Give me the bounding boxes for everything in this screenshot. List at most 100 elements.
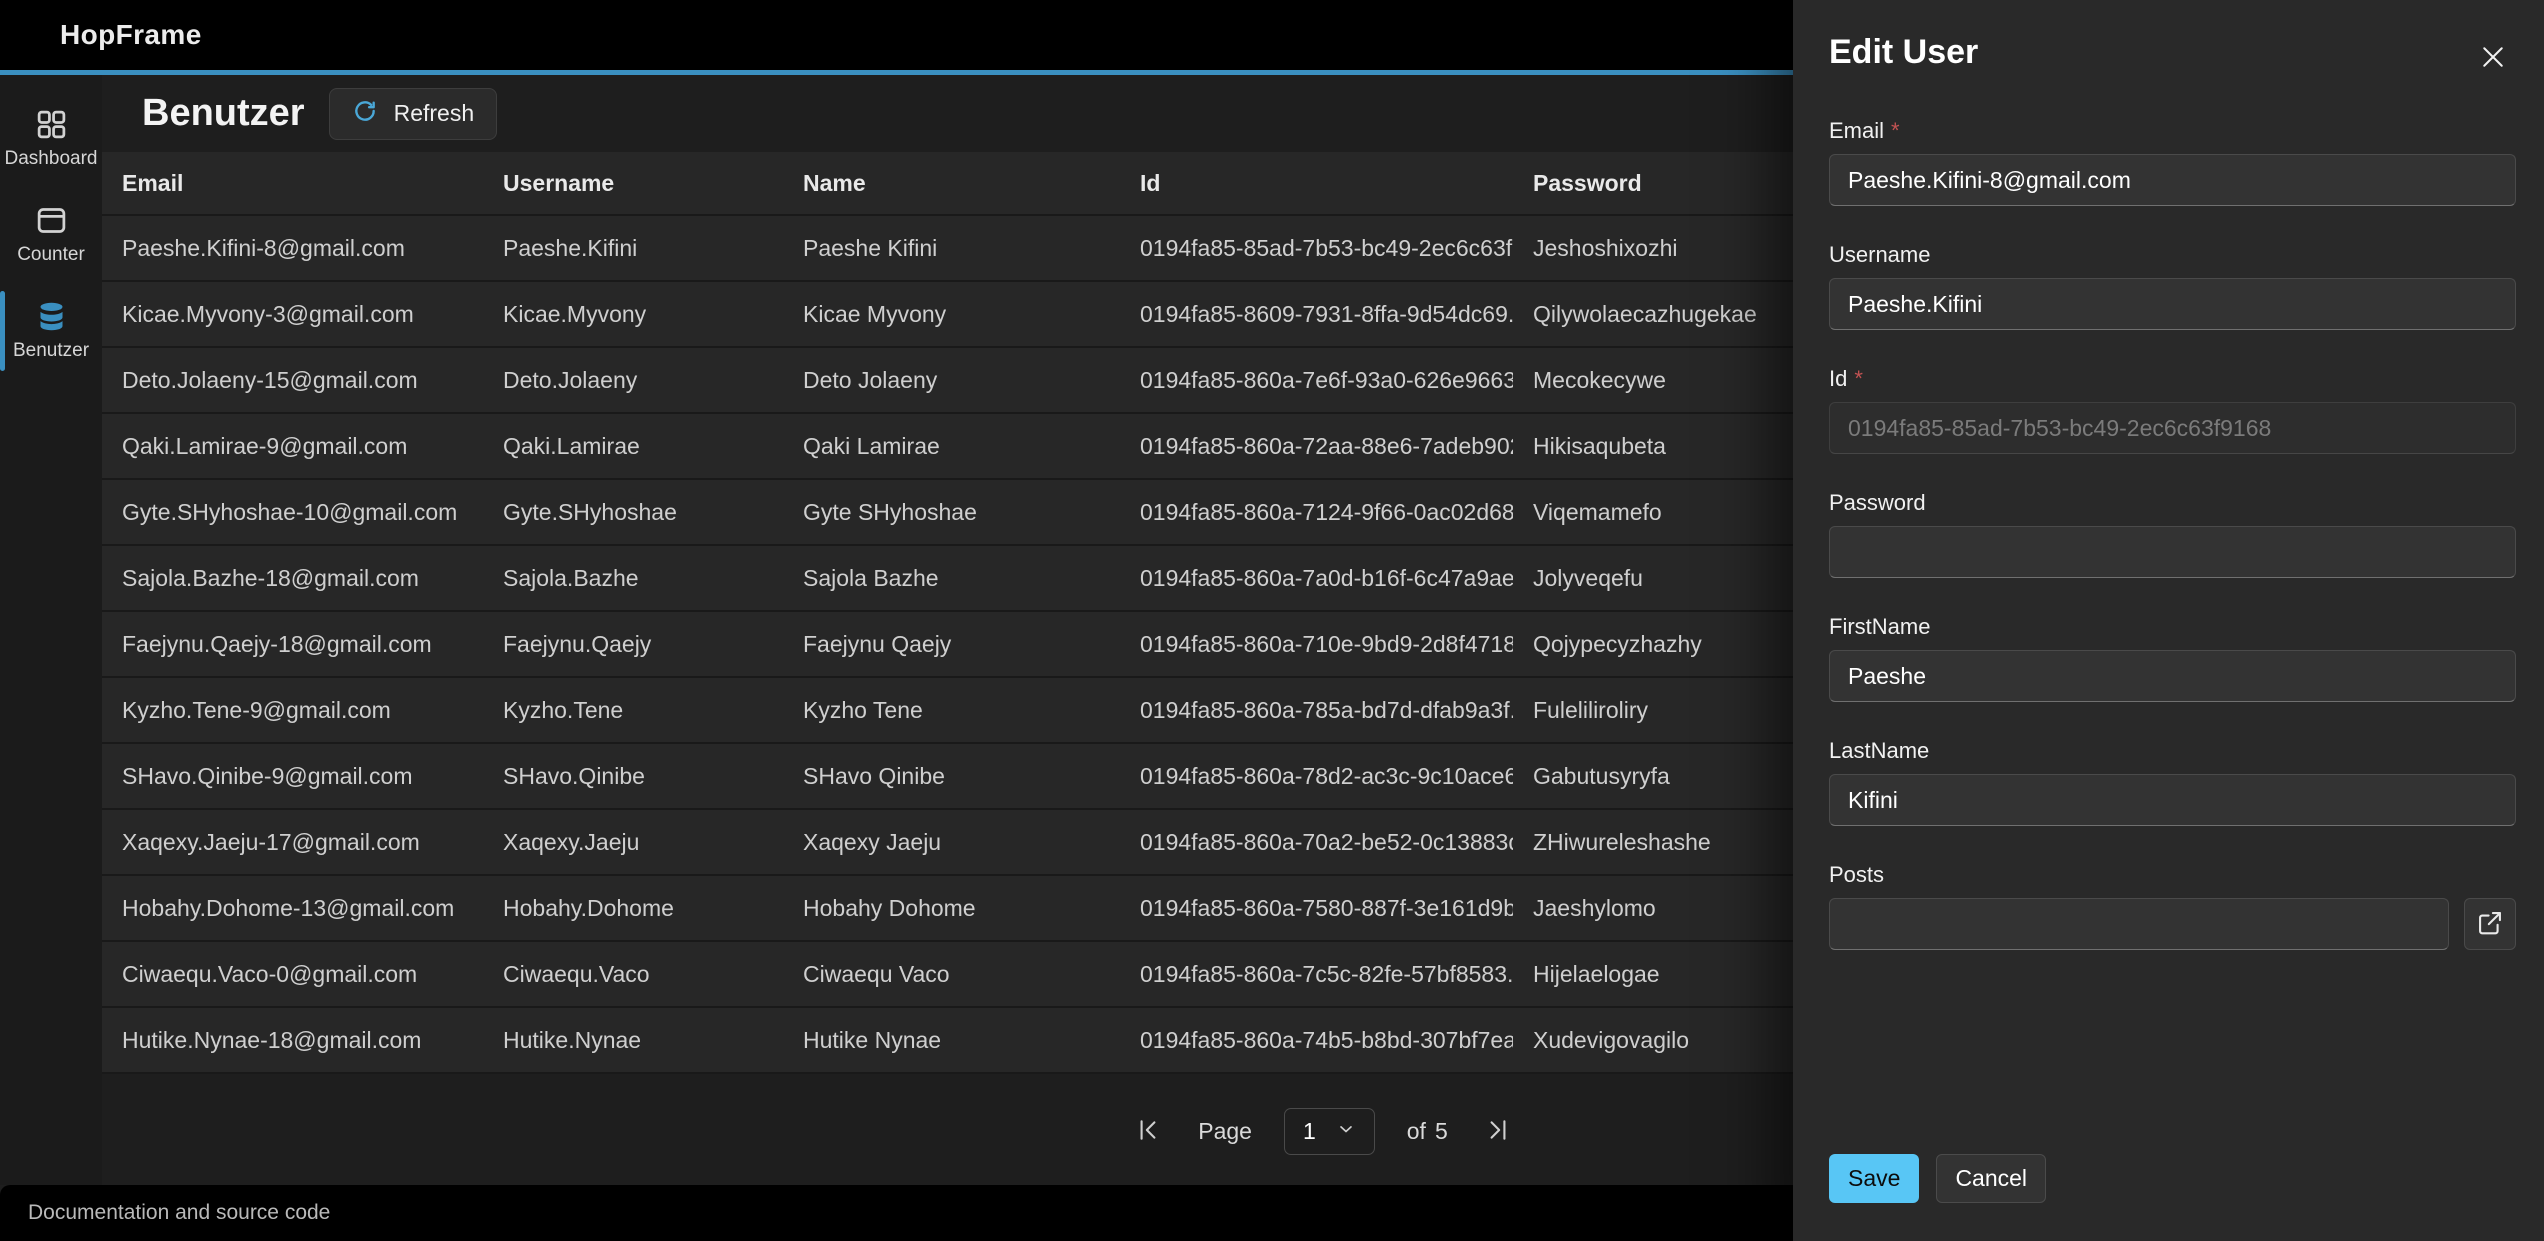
column-header-username: Username [483, 152, 783, 215]
email-input[interactable] [1829, 154, 2516, 206]
field-username: Username [1829, 242, 2516, 330]
cell-name: Ciwaequ Vaco [783, 941, 1120, 1007]
cell-username: Gyte.SHyhoshae [483, 479, 783, 545]
cell-name: Sajola Bazhe [783, 545, 1120, 611]
last-page-icon [1484, 1116, 1512, 1147]
cell-email: Faejynu.Qaejy-18@gmail.com [102, 611, 483, 677]
cell-id: 0194fa85-860a-7124-9f66-0ac02d68... [1120, 479, 1513, 545]
field-password: Password [1829, 490, 2516, 578]
posts-input[interactable] [1829, 898, 2449, 950]
cell-username: Xaqexy.Jaeju [483, 809, 783, 875]
field-lastname: LastName [1829, 738, 2516, 826]
current-page-value: 1 [1303, 1118, 1316, 1145]
refresh-icon [352, 98, 378, 130]
cell-username: Hobahy.Dohome [483, 875, 783, 941]
firstname-input[interactable] [1829, 650, 2516, 702]
cell-id: 0194fa85-860a-78d2-ac3c-9c10ace6... [1120, 743, 1513, 809]
cell-username: Kicae.Myvony [483, 281, 783, 347]
drawer-header: Edit User [1829, 30, 2516, 80]
window-icon [35, 204, 68, 237]
id-label: Id* [1829, 366, 2516, 392]
sidebar-item-dashboard[interactable]: Dashboard [0, 91, 102, 187]
cell-username: Kyzho.Tene [483, 677, 783, 743]
cell-username: Paeshe.Kifini [483, 215, 783, 281]
open-posts-button[interactable] [2464, 898, 2516, 950]
field-email: Email* [1829, 118, 2516, 206]
field-id: Id* [1829, 366, 2516, 454]
email-label: Email* [1829, 118, 2516, 144]
password-input[interactable] [1829, 526, 2516, 578]
sidebar-item-counter[interactable]: Counter [0, 187, 102, 283]
cell-email: Qaki.Lamirae-9@gmail.com [102, 413, 483, 479]
cell-email: Ciwaequ.Vaco-0@gmail.com [102, 941, 483, 1007]
refresh-button[interactable]: Refresh [329, 88, 498, 140]
page-number-select[interactable]: 1 [1284, 1108, 1375, 1155]
cell-username: Faejynu.Qaejy [483, 611, 783, 677]
cell-username: Hutike.Nynae [483, 1007, 783, 1073]
cell-name: Xaqexy Jaeju [783, 809, 1120, 875]
sidebar-item-label: Dashboard [5, 148, 98, 170]
cell-email: Xaqexy.Jaeju-17@gmail.com [102, 809, 483, 875]
page-title: Benutzer [142, 92, 305, 135]
field-posts: Posts [1829, 862, 2516, 950]
page-count: of 5 [1407, 1118, 1448, 1145]
sidebar: Dashboard Counter Benutzer [0, 75, 102, 1185]
sidebar-item-benutzer[interactable]: Benutzer [0, 283, 102, 379]
of-label: of [1407, 1118, 1426, 1145]
cell-email: Kyzho.Tene-9@gmail.com [102, 677, 483, 743]
username-label: Username [1829, 242, 2516, 268]
cell-username: Qaki.Lamirae [483, 413, 783, 479]
cell-id: 0194fa85-860a-7c5c-82fe-57bf8583... [1120, 941, 1513, 1007]
close-icon [2478, 42, 2508, 72]
cell-username: Sajola.Bazhe [483, 545, 783, 611]
lastname-label: LastName [1829, 738, 2516, 764]
cell-email: SHavo.Qinibe-9@gmail.com [102, 743, 483, 809]
cell-id: 0194fa85-860a-7a0d-b16f-6c47a9ae... [1120, 545, 1513, 611]
cancel-button[interactable]: Cancel [1936, 1154, 2046, 1203]
last-page-button[interactable] [1480, 1112, 1516, 1151]
cell-name: Gyte SHyhoshae [783, 479, 1120, 545]
first-page-button[interactable] [1130, 1112, 1166, 1151]
save-button[interactable]: Save [1829, 1154, 1919, 1203]
username-input[interactable] [1829, 278, 2516, 330]
field-firstname: FirstName [1829, 614, 2516, 702]
cell-name: Deto Jolaeny [783, 347, 1120, 413]
cell-id: 0194fa85-860a-785a-bd7d-dfab9a3f... [1120, 677, 1513, 743]
cell-id: 0194fa85-860a-74b5-b8bd-307bf7ea... [1120, 1007, 1513, 1073]
cell-name: Kicae Myvony [783, 281, 1120, 347]
cell-id: 0194fa85-860a-7e6f-93a0-626e9663... [1120, 347, 1513, 413]
edit-user-drawer: Edit User Email* Username Id* Password [1793, 0, 2544, 1241]
app-title: HopFrame [60, 19, 202, 51]
cell-id: 0194fa85-8609-7931-8ffa-9d54dc69... [1120, 281, 1513, 347]
page-label: Page [1198, 1118, 1252, 1145]
cell-email: Paeshe.Kifini-8@gmail.com [102, 215, 483, 281]
cell-name: SHavo Qinibe [783, 743, 1120, 809]
lastname-input[interactable] [1829, 774, 2516, 826]
drawer-actions: Save Cancel [1829, 1154, 2046, 1203]
cell-name: Hutike Nynae [783, 1007, 1120, 1073]
app-window: HopFrame Dashboard Counter [0, 0, 2544, 1241]
drawer-title: Edit User [1829, 30, 1978, 74]
cell-id: 0194fa85-860a-70a2-be52-0c13883d... [1120, 809, 1513, 875]
cell-id: 0194fa85-860a-72aa-88e6-7adeb902... [1120, 413, 1513, 479]
database-icon [35, 300, 68, 333]
cell-email: Deto.Jolaeny-15@gmail.com [102, 347, 483, 413]
close-button[interactable] [2470, 34, 2516, 80]
cell-name: Qaki Lamirae [783, 413, 1120, 479]
docs-link[interactable]: Documentation and source code [28, 1201, 330, 1225]
chevron-down-icon [1336, 1118, 1356, 1145]
cell-email: Kicae.Myvony-3@gmail.com [102, 281, 483, 347]
cell-id: 0194fa85-860a-7580-887f-3e161d9b... [1120, 875, 1513, 941]
posts-label: Posts [1829, 862, 2516, 888]
password-label: Password [1829, 490, 2516, 516]
grid-icon [35, 108, 68, 141]
column-header-name: Name [783, 152, 1120, 215]
refresh-label: Refresh [394, 100, 475, 127]
cell-id: 0194fa85-85ad-7b53-bc49-2ec6c63f... [1120, 215, 1513, 281]
sidebar-item-label: Counter [17, 244, 85, 266]
cell-email: Sajola.Bazhe-18@gmail.com [102, 545, 483, 611]
column-header-email: Email [102, 152, 483, 215]
cell-id: 0194fa85-860a-710e-9bd9-2d8f4718... [1120, 611, 1513, 677]
external-link-icon [2476, 909, 2504, 940]
cell-name: Hobahy Dohome [783, 875, 1120, 941]
